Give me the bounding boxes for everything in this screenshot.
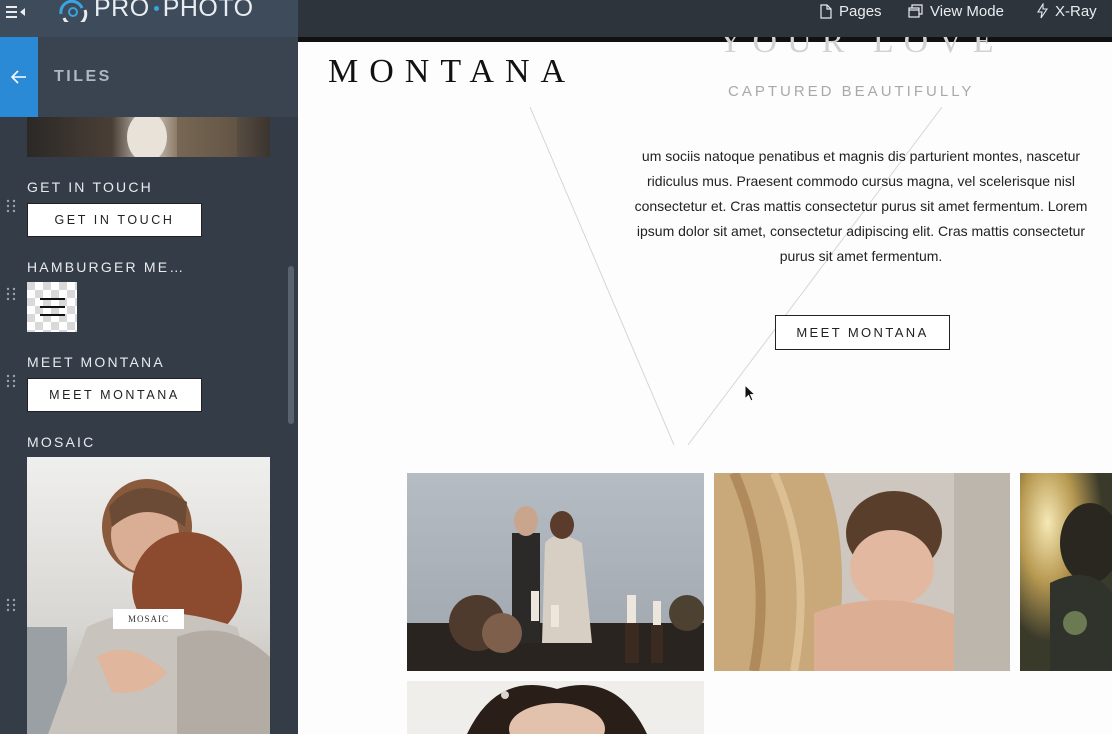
drag-handle-icon[interactable] — [6, 598, 16, 613]
logo-text-photo: PHOTO — [162, 0, 254, 22]
meet-montana-button[interactable]: MEET MONTANA — [775, 315, 950, 350]
brand-logo-text[interactable]: MONTANA — [328, 53, 576, 91]
gallery-photo-sunset-couple[interactable] — [1020, 473, 1112, 671]
view-mode-label: View Mode — [930, 2, 1004, 20]
sidebar-scrollbar[interactable] — [288, 266, 294, 424]
panel-header: TILES — [38, 37, 298, 117]
lightning-icon — [1037, 3, 1048, 19]
back-arrow-icon — [10, 70, 26, 84]
mosaic-caption: MOSAIC — [127, 614, 169, 624]
gallery-photo-mother-baby[interactable] — [714, 473, 1010, 671]
drag-handle-icon[interactable] — [6, 374, 16, 389]
intro-paragraph: um sociis natoque penatibus et magnis di… — [634, 148, 1088, 264]
tile-button-meet-montana[interactable]: MEET MONTANA — [27, 378, 202, 412]
tile-label-meet-montana: MEET MONTANA — [27, 354, 165, 370]
panel-title: TILES — [54, 68, 112, 85]
pro-photo-logo-icon — [59, 0, 88, 22]
tile-mosaic-preview[interactable]: MOSAIC — [27, 457, 270, 734]
drag-handle-icon[interactable] — [6, 199, 16, 214]
hamburger-collapse-icon[interactable] — [6, 5, 26, 19]
logo-text-pro: PRO — [94, 0, 150, 22]
tile-image-partial[interactable] — [27, 117, 270, 157]
tiles-sidebar: TILES GET IN TOUCH GET IN TOUCH HAMBURGE… — [0, 37, 298, 734]
logo-separator-dot — [153, 5, 159, 11]
faded-heading: YOUR LOVE — [718, 37, 1004, 60]
back-button[interactable] — [0, 37, 38, 117]
view-mode-button[interactable]: View Mode — [908, 0, 1004, 22]
top-toolbar: PRO PHOTO Pages View Mode X-Ray — [0, 0, 1112, 37]
tile-hamburger-preview[interactable] — [27, 282, 77, 332]
page-icon — [820, 3, 832, 19]
tile-label-mosaic: MOSAIC — [27, 434, 96, 450]
pages-label: Pages — [839, 2, 882, 20]
tagline: CAPTURED BEAUTIFULLY — [728, 83, 975, 100]
mosaic-photo — [27, 457, 270, 734]
drag-handle-icon[interactable] — [6, 287, 16, 302]
page-preview-canvas: YOUR LOVE MONTANA CAPTURED BEAUTIFULLY u… — [298, 37, 1112, 734]
tiles-list: GET IN TOUCH GET IN TOUCH HAMBURGER ME… — [0, 117, 298, 734]
xray-button[interactable]: X-Ray — [1037, 0, 1097, 22]
pro-photo-logo: PRO PHOTO — [58, 0, 254, 22]
gallery-photo-bride-portrait[interactable] — [407, 681, 704, 734]
hamburger-menu-icon — [27, 282, 77, 332]
xray-label: X-Ray — [1055, 2, 1097, 20]
window-icon — [908, 4, 923, 18]
tile-label-hamburger-menu: HAMBURGER ME… — [27, 259, 186, 275]
tile-label-get-in-touch: GET IN TOUCH — [27, 179, 153, 195]
mouse-cursor-icon — [744, 384, 757, 402]
sidebar-header-bar: PRO PHOTO — [0, 0, 298, 37]
gallery-photo-couple-candles[interactable] — [407, 473, 704, 671]
pages-button[interactable]: Pages — [820, 0, 882, 22]
tile-button-get-in-touch[interactable]: GET IN TOUCH — [27, 203, 202, 237]
